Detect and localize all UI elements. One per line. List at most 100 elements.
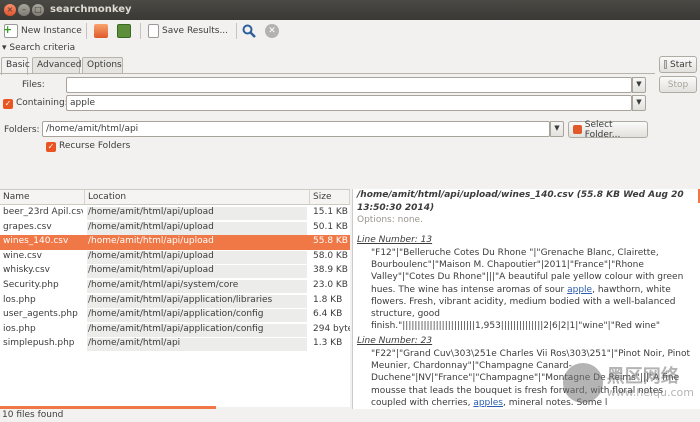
search-criteria-expander[interactable]: ▾ Search criteria — [2, 43, 75, 53]
file-name-cell: los.php — [3, 294, 36, 305]
containing-dropdown-button[interactable]: ▼ — [632, 95, 646, 111]
save-results-button[interactable]: Save Results... — [148, 22, 228, 40]
watermark-text: 黑区网络 — [606, 365, 679, 387]
size-cell: 1.3 KB — [313, 338, 343, 349]
line-number-label: Line Number: 23 — [357, 336, 433, 346]
column-header-size[interactable]: Size — [310, 190, 350, 205]
stop-label: Stop — [667, 79, 689, 90]
location-cell: /home/amit/html/api — [87, 338, 307, 352]
toolbar-separator — [140, 23, 141, 39]
size-cell: 23.0 KB — [313, 280, 348, 290]
file-name-cell: Security.php — [3, 280, 59, 290]
save-button[interactable] — [117, 22, 131, 40]
results-list: Name Location Size beer_23rd Apil.csv/ho… — [0, 189, 350, 407]
table-row[interactable]: whisky.csv/home/amit/html/api/upload 38.9… — [0, 264, 350, 279]
preview-header: /home/amit/html/api/upload/wines_140.csv… — [357, 190, 684, 213]
size-cell: 38.9 KB — [313, 265, 348, 276]
maximize-window-button[interactable]: □ — [32, 4, 44, 16]
folders-input[interactable] — [42, 121, 550, 137]
minimize-window-button[interactable]: – — [18, 4, 30, 16]
size-cell: 15.1 KB — [313, 207, 348, 217]
tab-advanced[interactable]: Advanced — [32, 57, 81, 74]
location-cell: /home/amit/html/api/upload — [87, 250, 307, 264]
folders-dropdown-button[interactable]: ▼ — [550, 121, 564, 137]
line-number-label: Line Number: 13 — [357, 235, 433, 245]
document-icon — [148, 24, 159, 38]
table-row[interactable]: grapes.csv/home/amit/html/api/upload 50.1… — [0, 221, 350, 236]
new-instance-label: New Instance — [21, 26, 82, 36]
preview-options: Options: none. — [357, 215, 423, 225]
location-cell: /home/amit/html/api/application/config — [87, 323, 307, 337]
start-icon — [664, 60, 667, 69]
location-cell: /home/amit/html/api/upload — [87, 221, 307, 235]
basic-panel: Files: ▼ ✓ Containing: ▼ Folders: ▼ Sele… — [0, 73, 655, 159]
file-name-cell: ios.php — [3, 323, 36, 334]
files-label: Files: — [22, 80, 45, 90]
select-folder-label: Select Folder... — [584, 119, 621, 140]
recurse-folders-checkbox[interactable]: ✓ — [46, 142, 56, 152]
table-row[interactable]: beer_23rd Apil.csv/home/amit/html/api/up… — [0, 206, 350, 221]
clear-button[interactable]: ✕ — [265, 22, 279, 40]
expander-arrow-icon: ▾ — [2, 43, 7, 53]
watermark: 黑区网络 www.heiqu.com — [562, 363, 694, 403]
size-cell: 294 byte — [313, 323, 350, 334]
location-cell: /home/amit/html/api/system/core — [87, 280, 307, 293]
table-row[interactable]: ios.php/home/amit/html/api/application/c… — [0, 323, 350, 338]
close-window-button[interactable]: × — [4, 4, 16, 16]
size-cell: 6.4 KB — [313, 309, 343, 320]
table-row[interactable]: user_agents.php/home/amit/html/api/appli… — [0, 308, 350, 323]
column-header-location[interactable]: Location — [85, 190, 310, 205]
table-row[interactable]: wines_140.csv/home/amit/html/api/upload 5… — [0, 235, 350, 250]
file-name-cell: wine.csv — [3, 250, 42, 261]
file-name-cell: simplepush.php — [3, 338, 75, 349]
size-cell: 50.1 KB — [313, 221, 348, 232]
tab-options[interactable]: Options — [82, 57, 123, 74]
file-name-cell: wines_140.csv — [3, 236, 69, 247]
horizontal-scrollbar[interactable] — [0, 406, 216, 409]
save-icon — [117, 24, 131, 38]
file-name-cell: whisky.csv — [3, 265, 51, 276]
containing-label: Containing: — [16, 98, 68, 108]
search-button[interactable] — [242, 22, 256, 40]
stop-button[interactable]: Stop — [659, 76, 697, 93]
match-highlight: apples — [473, 397, 503, 408]
location-cell: /home/amit/html/api/upload — [87, 265, 307, 279]
select-folder-button[interactable]: Select Folder... — [568, 119, 648, 140]
size-cell: 58.0 KB — [313, 250, 348, 261]
recurse-folders-label: Recurse Folders — [59, 141, 131, 151]
new-instance-button[interactable]: + New Instance — [3, 22, 82, 40]
preview-pane: /home/amit/html/api/upload/wines_140.csv… — [352, 189, 700, 409]
file-name-cell: grapes.csv — [3, 221, 52, 232]
title-bar: × – □ searchmonkey — [0, 0, 700, 20]
clear-icon: ✕ — [265, 24, 279, 38]
toolbar-separator — [236, 23, 237, 39]
start-button[interactable]: Start — [659, 56, 697, 73]
open-folder-icon — [94, 24, 108, 38]
open-button[interactable] — [94, 22, 108, 40]
status-bar: 10 files found — [2, 410, 64, 420]
table-row[interactable]: simplepush.php/home/amit/html/api 1.3 KB — [0, 337, 350, 352]
folders-label: Folders: — [4, 125, 40, 135]
table-row[interactable]: wine.csv/home/amit/html/api/upload 58.0 K… — [0, 250, 350, 265]
search-icon — [242, 24, 256, 38]
folder-icon — [573, 125, 582, 134]
location-cell: /home/amit/html/api/application/librarie… — [87, 294, 307, 308]
match-highlight: apple — [567, 284, 593, 295]
match-text: "F12"|"Belleruche Cotes Du Rhone "|"Gren… — [371, 247, 695, 332]
start-label: Start — [670, 59, 692, 70]
column-header-name[interactable]: Name — [0, 190, 85, 205]
containing-checkbox[interactable]: ✓ — [3, 99, 13, 109]
file-name-cell: user_agents.php — [3, 309, 78, 320]
file-name-cell: beer_23rd Apil.csv — [3, 207, 83, 217]
table-row[interactable]: los.php/home/amit/html/api/application/l… — [0, 294, 350, 309]
location-cell: /home/amit/html/api/application/config — [87, 309, 307, 323]
files-dropdown-button[interactable]: ▼ — [632, 77, 646, 93]
location-cell: /home/amit/html/api/upload — [88, 236, 214, 247]
toolbar-separator — [86, 23, 87, 39]
containing-input[interactable] — [66, 95, 632, 111]
size-cell: 55.8 KB — [313, 236, 348, 247]
table-row[interactable]: Security.php/home/amit/html/api/system/c… — [0, 279, 350, 294]
search-criteria-label: Search criteria — [9, 43, 76, 53]
toolbar: + New Instance Save Results... ✕ — [0, 20, 700, 42]
files-input[interactable] — [66, 77, 632, 93]
